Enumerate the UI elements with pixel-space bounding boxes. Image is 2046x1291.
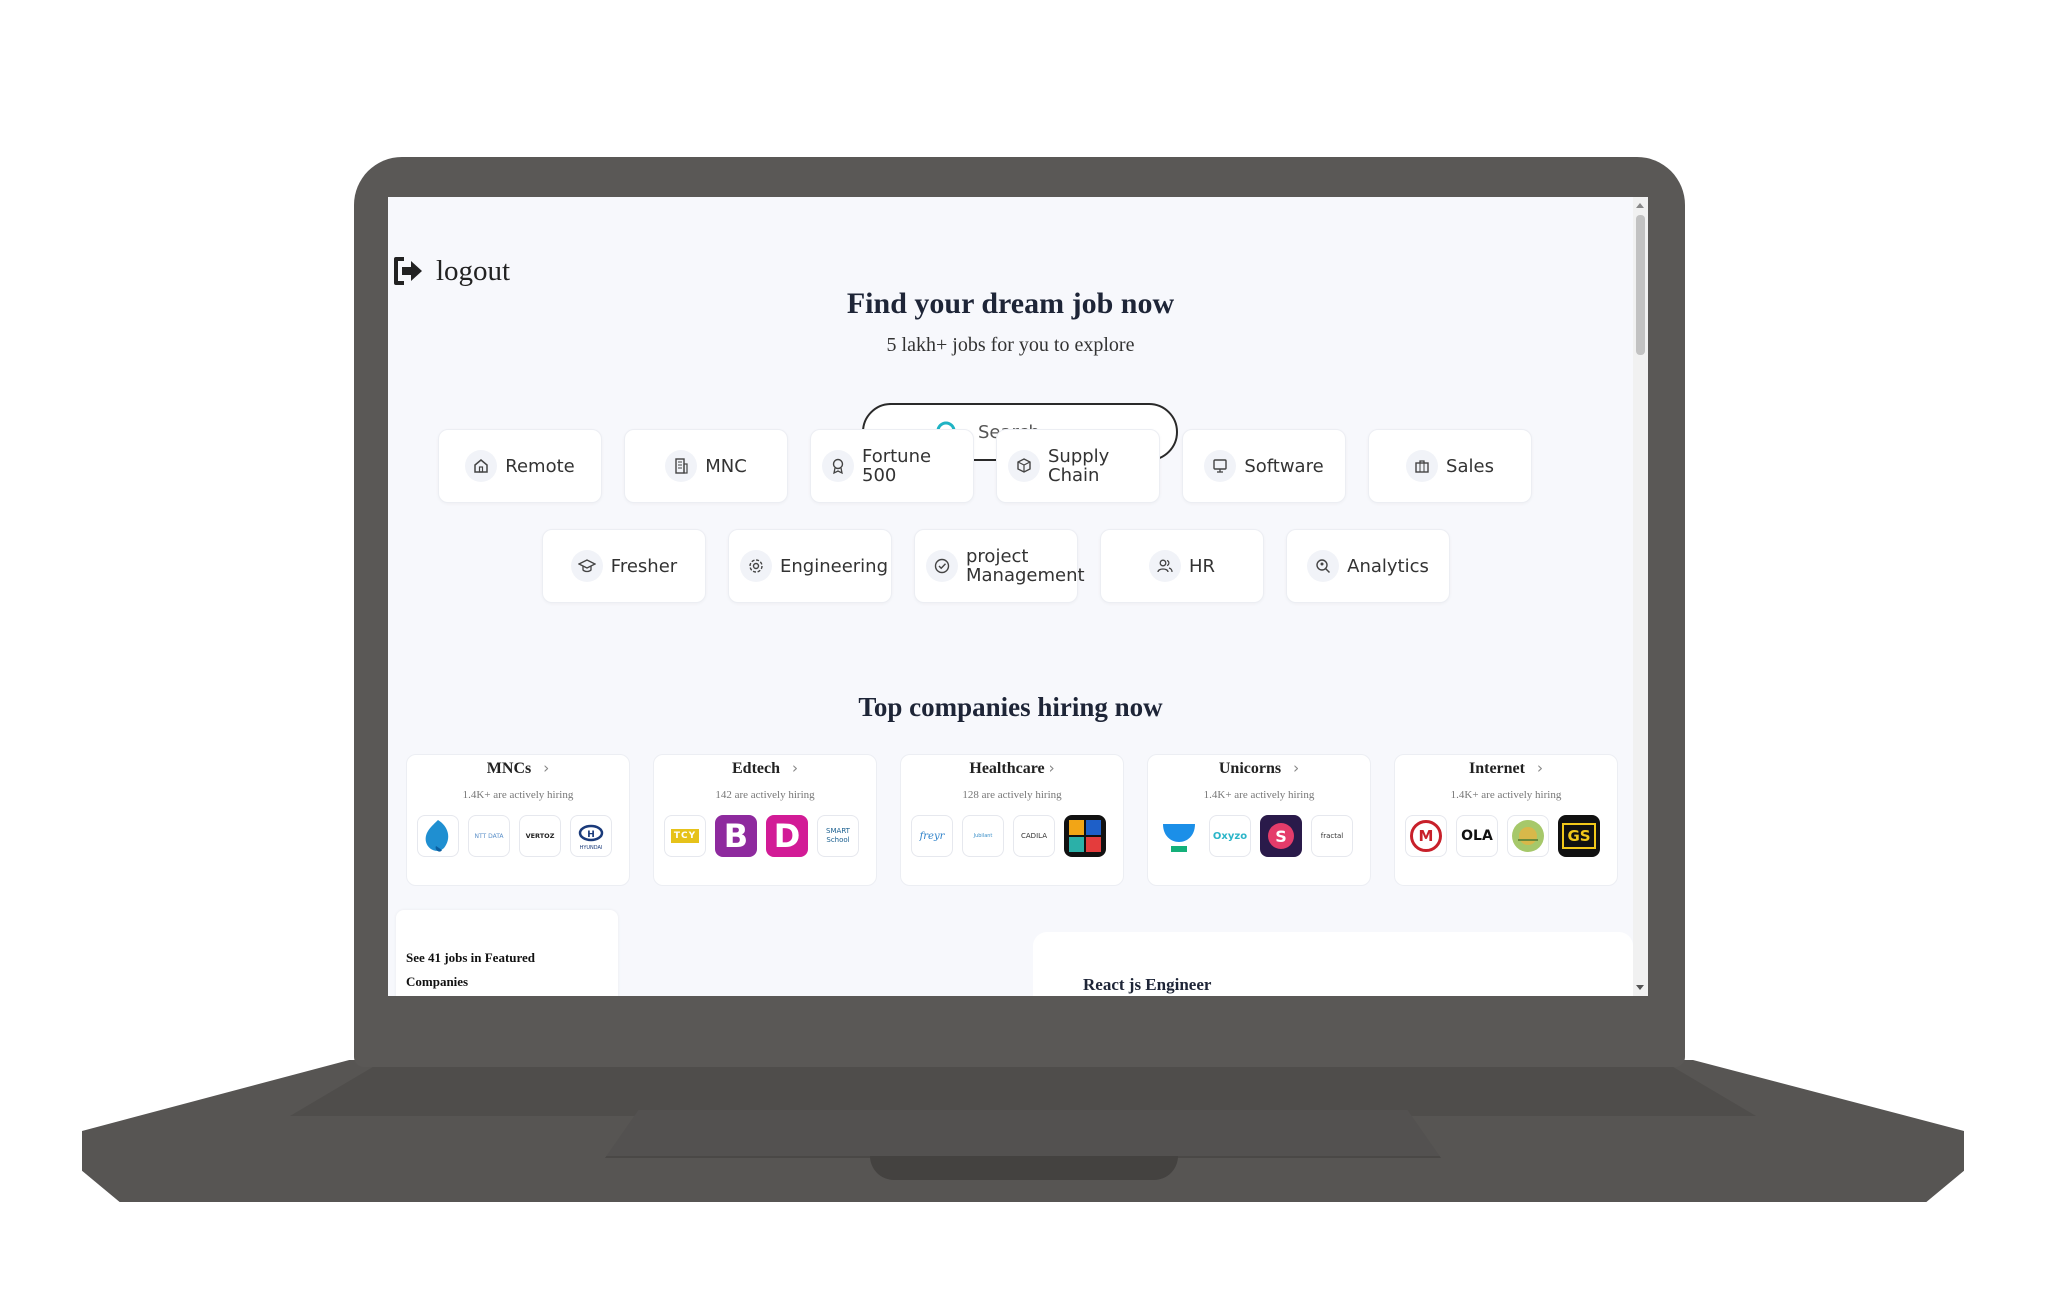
- card-subtitle: 1.4K+ are actively hiring: [1203, 789, 1315, 801]
- nttdata-logo[interactable]: NTT DATA: [468, 815, 510, 857]
- category-label: Fortune 500: [862, 446, 932, 486]
- chevron-right-icon: ›: [1536, 759, 1543, 777]
- leaf-logo[interactable]: [417, 815, 459, 857]
- page-subtitle: 5 lakh+ jobs for you to explore: [886, 334, 1135, 356]
- category-label: Analytics: [1347, 555, 1429, 577]
- company-card-edtech[interactable]: Edtech › 142 are actively hiring TCY B D …: [653, 754, 877, 886]
- company-card-healthcare[interactable]: Healthcare › 128 are actively hiring frey…: [900, 754, 1124, 886]
- scroll-down-arrow-icon[interactable]: [1636, 985, 1644, 990]
- laptop-keyboard: [290, 1064, 1756, 1116]
- category-project-management[interactable]: project Management: [914, 529, 1085, 603]
- laptop-notch: [870, 1156, 1178, 1180]
- card-subtitle: 128 are actively hiring: [962, 789, 1062, 801]
- category-label: Remote: [505, 455, 575, 477]
- company-card-internet[interactable]: Internet › 1.4K+ are actively hiring M OL…: [1394, 754, 1618, 886]
- chevron-right-icon: ›: [1048, 759, 1055, 777]
- card-subtitle: 142 are actively hiring: [715, 789, 815, 801]
- d-logo[interactable]: D: [766, 815, 808, 857]
- users-icon: [1148, 550, 1181, 582]
- jubilant-logo[interactable]: Jubilant: [962, 815, 1004, 857]
- fractal-logo[interactable]: fractal: [1311, 815, 1353, 857]
- card-title: Edtech ›: [732, 759, 798, 777]
- category-supply-chain[interactable]: Supply Chain: [996, 429, 1160, 503]
- category-label: project Management: [966, 546, 1085, 586]
- card-title: MNCs ›: [486, 759, 550, 777]
- smart-school-logo[interactable]: SMART School: [817, 815, 859, 857]
- analytics-icon: [1307, 550, 1340, 582]
- scrollbar[interactable]: [1633, 197, 1648, 996]
- s-logo[interactable]: S: [1260, 815, 1302, 857]
- logout-label: logout: [436, 254, 511, 287]
- box-icon: [1008, 450, 1040, 482]
- scroll-up-arrow-icon[interactable]: [1636, 203, 1644, 208]
- chevron-right-icon: ›: [1293, 759, 1300, 777]
- featured-companies-card[interactable]: See 41 jobs in Featured Companies: [396, 910, 618, 996]
- category-analytics[interactable]: Analytics: [1286, 529, 1450, 603]
- card-title: Healthcare ›: [969, 759, 1055, 777]
- monitor-icon: [1204, 450, 1237, 482]
- briefcase-icon: [1406, 450, 1439, 482]
- cubes-logo[interactable]: [1064, 815, 1106, 857]
- company-card-mncs[interactable]: MNCs › 1.4K+ are actively hiring NTT DATA…: [406, 754, 630, 886]
- svg-text:H: H: [587, 830, 595, 840]
- browser-viewport: logout Find your dream job now 5 lakh+ j…: [388, 197, 1648, 996]
- category-software[interactable]: Software: [1182, 429, 1346, 503]
- cadila-logo[interactable]: CADILA: [1013, 815, 1055, 857]
- gs-logo[interactable]: GS: [1558, 815, 1600, 857]
- scrollbar-thumb[interactable]: [1636, 215, 1645, 355]
- card-title: Internet ›: [1469, 759, 1543, 777]
- graduation-cap-icon: [570, 550, 603, 582]
- logout-icon: [394, 257, 422, 285]
- hyundai-logo[interactable]: H HYUNDAI: [570, 815, 612, 857]
- section-title: Top companies hiring now: [858, 692, 1163, 722]
- category-sales[interactable]: Sales: [1368, 429, 1532, 503]
- home-icon: [465, 450, 498, 482]
- featured-companies-link[interactable]: See 41 jobs in Featured Companies: [406, 946, 586, 994]
- byjus-logo[interactable]: B: [715, 815, 757, 857]
- award-icon: [822, 450, 854, 482]
- building-icon: [665, 450, 698, 482]
- vertoz-logo[interactable]: VERTOZ: [519, 815, 561, 857]
- page-title: Find your dream job now: [846, 287, 1175, 320]
- category-label: MNC: [705, 455, 747, 477]
- urban-logo[interactable]: [1158, 815, 1200, 857]
- category-hr[interactable]: HR: [1100, 529, 1264, 603]
- category-label: Sales: [1446, 455, 1494, 477]
- m-logo[interactable]: M: [1405, 815, 1447, 857]
- category-remote[interactable]: Remote: [438, 429, 602, 503]
- logout-button[interactable]: logout: [390, 253, 510, 289]
- category-mnc[interactable]: MNC: [624, 429, 788, 503]
- chevron-right-icon: ›: [543, 759, 550, 777]
- check-circle-icon: [926, 550, 958, 582]
- card-subtitle: 1.4K+ are actively hiring: [1450, 789, 1562, 801]
- card-subtitle: 1.4K+ are actively hiring: [462, 789, 574, 801]
- emblem-logo[interactable]: [1507, 815, 1549, 857]
- chevron-right-icon: ›: [792, 759, 798, 777]
- category-label: Fresher: [610, 555, 678, 577]
- category-label: Software: [1244, 455, 1324, 477]
- category-engineering[interactable]: Engineering: [728, 529, 892, 603]
- laptop-trackpad: [605, 1110, 1441, 1158]
- job-title: React js Engineer: [1083, 975, 1212, 994]
- category-fresher[interactable]: Fresher: [542, 529, 706, 603]
- card-title: Unicorns ›: [1218, 759, 1300, 777]
- job-card[interactable]: React js Engineer: [1033, 932, 1633, 996]
- freyr-logo[interactable]: freyr: [911, 815, 953, 857]
- category-fortune-500[interactable]: Fortune 500: [810, 429, 974, 503]
- category-label: HR: [1188, 555, 1216, 577]
- oxyzo-logo[interactable]: Oxyzo: [1209, 815, 1251, 857]
- svg-text:HYUNDAI: HYUNDAI: [580, 845, 603, 851]
- company-card-unicorns[interactable]: Unicorns › 1.4K+ are actively hiring Oxyz…: [1147, 754, 1371, 886]
- tcy-logo[interactable]: TCY: [664, 815, 706, 857]
- gear-icon: [740, 550, 772, 582]
- category-label: Engineering: [780, 555, 888, 577]
- category-label: Supply Chain: [1048, 446, 1110, 486]
- ola-logo[interactable]: OLA: [1456, 815, 1498, 857]
